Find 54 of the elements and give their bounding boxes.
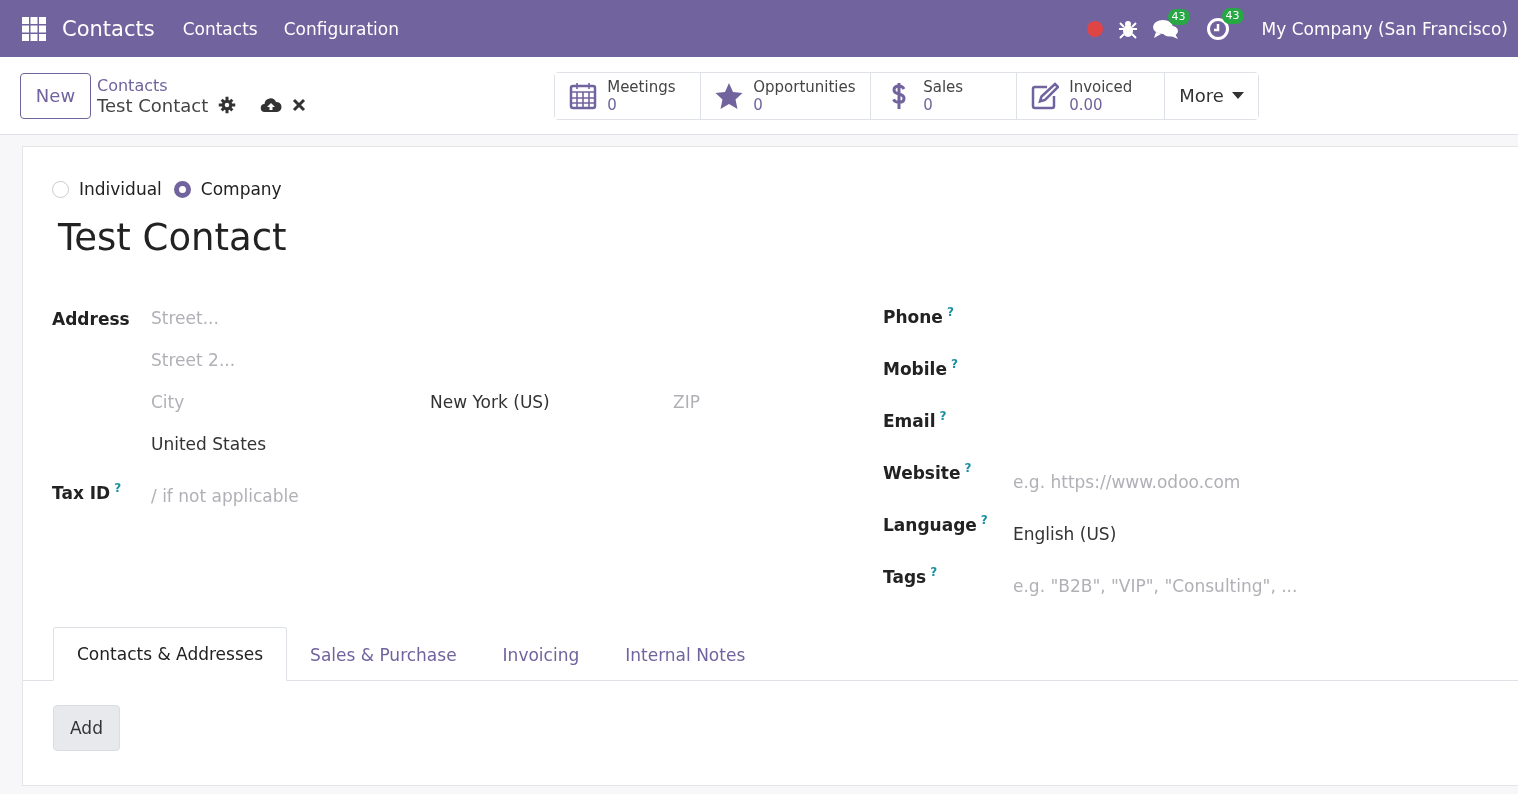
help-mark[interactable]: ? [114,481,122,495]
gear-icon[interactable] [218,96,237,114]
field-label: Phone [883,306,943,327]
field-label: Tags [883,566,927,587]
input-field[interactable]: New York (US) [430,389,630,415]
input-field[interactable]: e.g. "B2B", "VIP", "Consulting", ... [1013,573,1353,599]
help-mark[interactable]: ? [946,305,954,319]
cloud-upload-icon[interactable] [260,96,283,114]
tab[interactable]: Internal Notes [602,629,769,681]
record-name: Test Contact [58,216,288,259]
record-title: Test Contact [97,94,209,116]
app-name[interactable]: Contacts [62,16,155,41]
tab[interactable]: Invoicing [479,629,603,681]
input-field[interactable]: / if not applicable [151,483,411,509]
radio-label[interactable]: Individual [79,179,162,199]
company-switcher[interactable]: My Company (San Francisco) [1261,18,1508,39]
input-field[interactable]: City [151,389,351,415]
apps-menu-icon[interactable] [22,16,46,41]
breadcrumb-link[interactable]: Contacts [97,75,307,95]
count-badge: 43 [1221,7,1244,24]
radio-label[interactable]: Company [200,179,282,199]
tab[interactable]: Contacts & Addresses [53,627,288,681]
caret-icon [1231,91,1244,100]
stat-button[interactable]: Meetings 0 [555,72,702,119]
help-mark[interactable]: ? [980,513,988,527]
field-label: Address [52,309,130,329]
input-field[interactable]: Street 2... [151,347,351,373]
field-label: Tax ID [52,482,111,503]
radio-button[interactable] [173,180,191,198]
field-label: Language [883,514,977,535]
bug-icon[interactable] [1117,18,1138,39]
input-field[interactable]: ZIP [673,389,873,415]
tab[interactable]: Sales & Purchase [287,629,480,681]
calendar-icon [569,81,598,110]
help-mark[interactable]: ? [939,409,947,423]
close-icon[interactable] [292,98,307,112]
input-field[interactable]: e.g. https://www.odoo.com [1013,469,1353,495]
field-label: Email [883,410,936,431]
input-field[interactable]: United States [151,431,351,457]
help-mark[interactable]: ? [930,565,938,579]
input-field[interactable]: Street... [151,305,351,331]
menu-item[interactable]: Contacts [182,18,258,39]
add-button[interactable]: Add [53,705,120,751]
star-icon [715,81,744,110]
input-field[interactable]: English (US) [1013,521,1353,547]
new-button[interactable]: New [20,72,91,119]
help-mark[interactable]: ? [964,461,972,475]
recording-dot-icon[interactable] [1085,19,1104,38]
edit-icon [1031,81,1060,110]
menu-item[interactable]: Configuration [283,18,399,39]
field-label: Mobile [883,358,947,379]
count-badge: 43 [1167,8,1190,25]
field-label: Website [883,462,961,483]
help-mark[interactable]: ? [950,357,958,371]
